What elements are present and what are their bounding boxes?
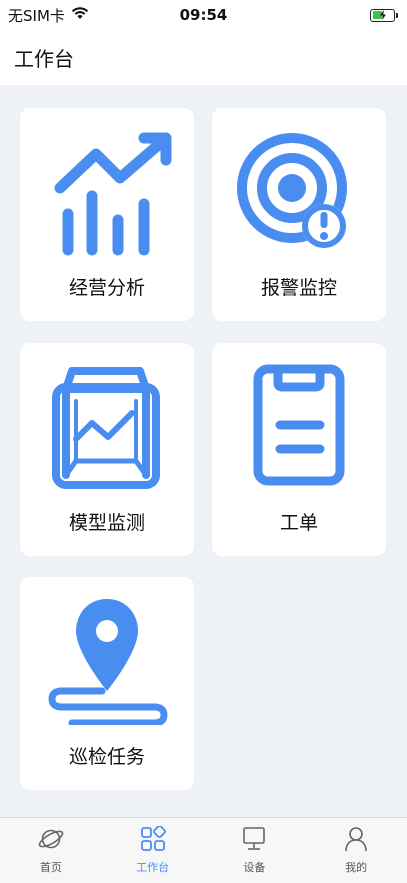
card-alarm-monitor[interactable]: 报警监控 (212, 108, 386, 321)
tab-mine[interactable]: 我的 (305, 818, 407, 883)
wifi-icon (71, 6, 89, 24)
monitor-icon (241, 826, 267, 856)
card-work-order[interactable]: 工单 (212, 343, 386, 556)
tab-label: 工作台 (136, 861, 170, 874)
carrier-label: 无SIM卡 (8, 6, 65, 25)
bottom-tab-bar: 首页 工作台 设备 我的 (0, 817, 407, 883)
tab-devices[interactable]: 设备 (204, 818, 306, 883)
page-title: 工作台 (14, 47, 74, 71)
grid-icon (140, 825, 166, 856)
clipboard-icon (212, 361, 386, 491)
tab-label: 设备 (243, 861, 266, 874)
card-model-monitor[interactable]: 模型监测 (20, 343, 194, 556)
user-icon (343, 826, 369, 856)
tab-label: 首页 (39, 861, 62, 874)
alarm-radar-icon (212, 126, 386, 256)
page-header: 工作台 (0, 30, 407, 85)
tab-home[interactable]: 首页 (0, 818, 102, 883)
chart-trend-icon (20, 126, 194, 256)
card-label: 工单 (279, 512, 318, 534)
planet-icon (37, 826, 65, 856)
card-label: 巡检任务 (68, 746, 145, 768)
model-box-icon (20, 361, 194, 491)
card-label: 报警监控 (260, 277, 337, 299)
status-bar: 无SIM卡 09:54 (0, 0, 407, 30)
card-label: 模型监测 (68, 512, 145, 534)
battery-icon (370, 8, 398, 22)
card-inspection-task[interactable]: 巡检任务 (20, 577, 194, 790)
status-left: 无SIM卡 (8, 5, 89, 26)
card-business-analysis[interactable]: 经营分析 (20, 108, 194, 321)
tab-label: 我的 (345, 861, 368, 874)
card-label: 经营分析 (68, 277, 145, 299)
tab-workbench[interactable]: 工作台 (102, 818, 204, 883)
route-pin-icon (20, 595, 194, 725)
